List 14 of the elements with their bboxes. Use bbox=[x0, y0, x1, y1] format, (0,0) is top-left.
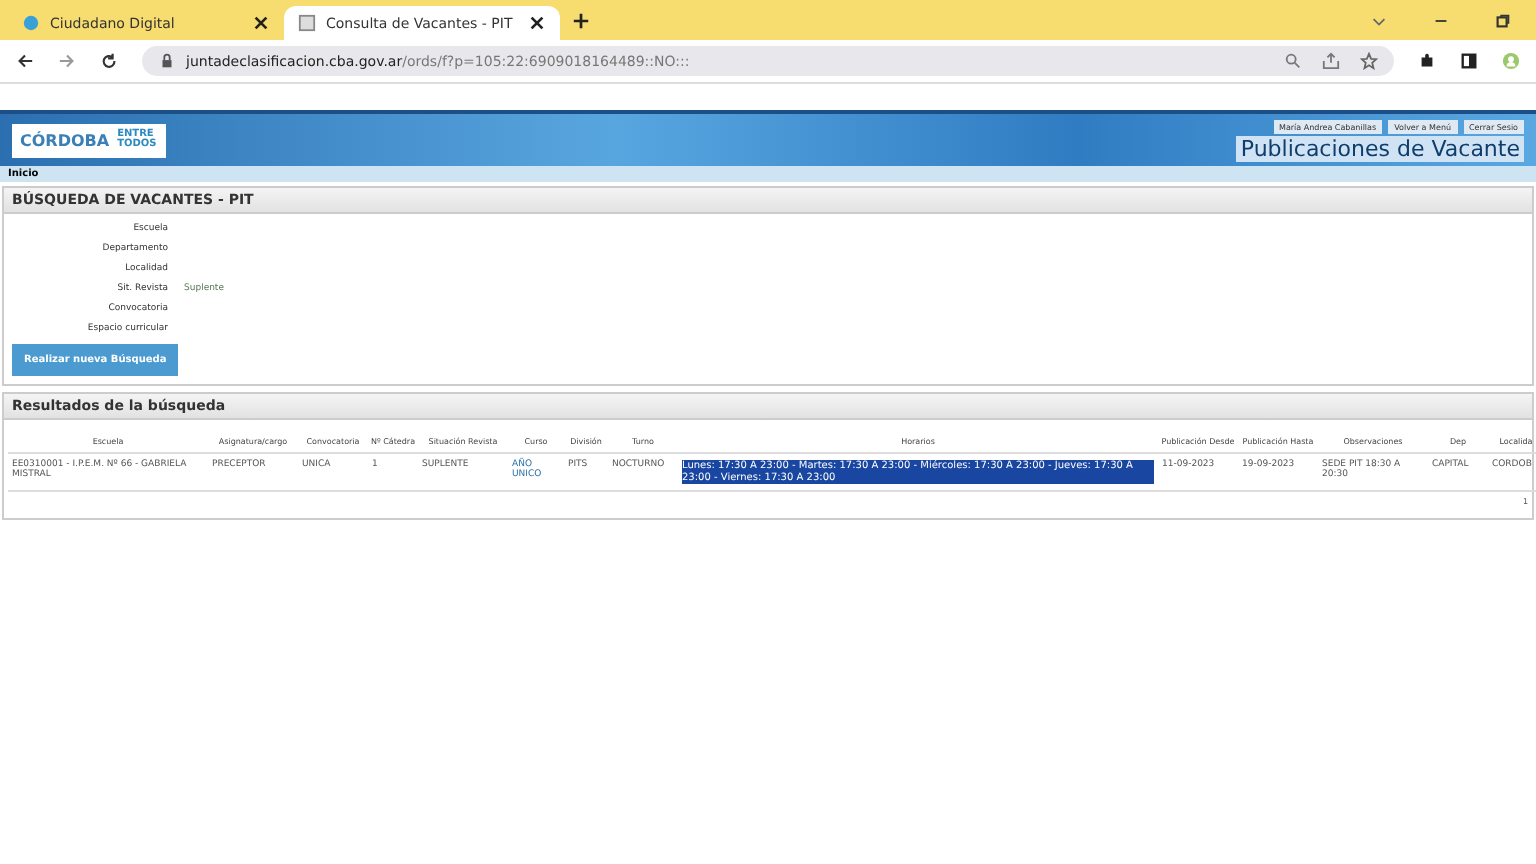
zoom-icon[interactable] bbox=[1284, 52, 1302, 70]
forward-icon[interactable] bbox=[58, 52, 76, 70]
share-icon[interactable] bbox=[1322, 52, 1340, 70]
close-icon[interactable] bbox=[252, 14, 270, 32]
close-icon[interactable] bbox=[528, 14, 546, 32]
back-icon[interactable] bbox=[16, 52, 34, 70]
page-icon bbox=[298, 14, 316, 32]
sidebar-icon[interactable] bbox=[1460, 52, 1478, 70]
restore-icon[interactable] bbox=[1494, 11, 1512, 29]
page-title: Publicaciones de Vacante bbox=[1236, 135, 1524, 161]
reload-icon[interactable] bbox=[100, 52, 118, 70]
new-tab-icon[interactable] bbox=[572, 11, 590, 29]
lock-icon bbox=[158, 52, 176, 70]
star-icon[interactable] bbox=[1360, 52, 1378, 70]
